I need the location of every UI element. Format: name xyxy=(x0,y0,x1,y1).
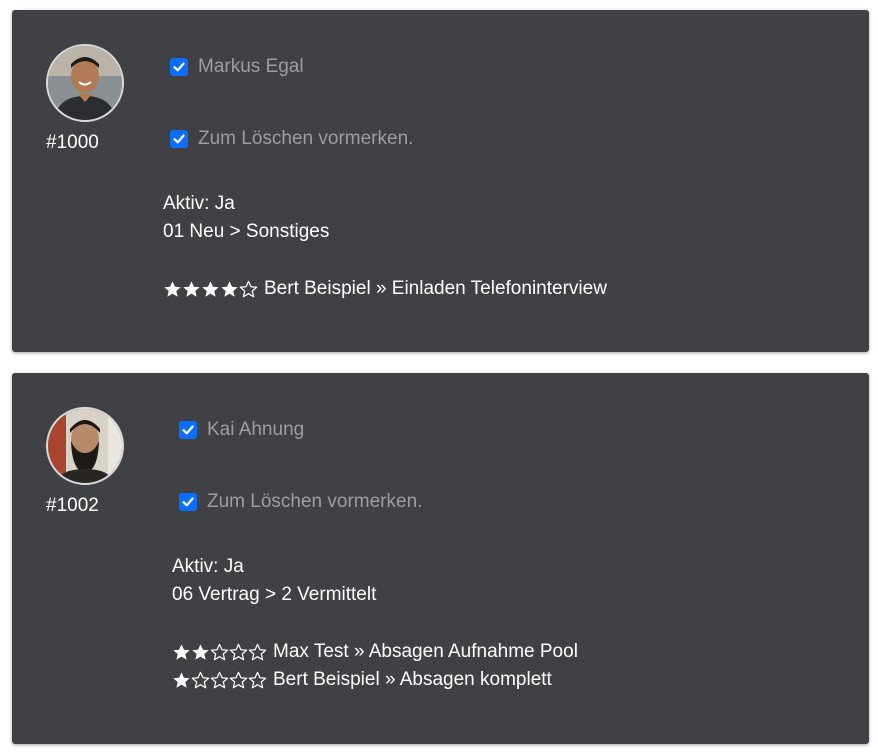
candidate-info: Aktiv: Ja 06 Vertrag > 2 Vermittelt Max … xyxy=(172,553,578,694)
star-outline-icon xyxy=(248,643,267,662)
mark-delete-label[interactable]: Zum Löschen vormerken. xyxy=(207,491,422,513)
avatar-photo xyxy=(48,46,122,120)
star-filled-icon xyxy=(191,643,210,662)
select-candidate-row[interactable]: Kai Ahnung xyxy=(179,419,304,441)
star-filled-icon xyxy=(201,280,220,299)
rating-text: Bert Beispiel » Einladen Telefonintervie… xyxy=(264,278,607,299)
star-rating xyxy=(163,280,258,299)
star-outline-icon xyxy=(229,671,248,690)
star-filled-icon xyxy=(172,671,191,690)
mark-delete-row[interactable]: Zum Löschen vormerken. xyxy=(179,491,422,513)
select-candidate-checkbox[interactable] xyxy=(170,58,188,76)
candidate-id: #1002 xyxy=(46,495,99,516)
rating-row: Bert Beispiel » Absagen komplett xyxy=(172,666,578,694)
star-rating xyxy=(172,671,267,690)
select-candidate-checkbox[interactable] xyxy=(179,421,197,439)
star-outline-icon xyxy=(239,280,258,299)
active-status: Aktiv: Ja xyxy=(172,556,244,577)
checkmark-icon xyxy=(173,62,185,72)
mark-delete-checkbox[interactable] xyxy=(170,130,188,148)
rating-row: Max Test » Absagen Aufnahme Pool xyxy=(172,638,578,666)
mark-delete-checkbox[interactable] xyxy=(179,493,197,511)
star-filled-icon xyxy=(163,280,182,299)
mark-delete-row[interactable]: Zum Löschen vormerken. xyxy=(170,128,413,150)
candidate-name[interactable]: Kai Ahnung xyxy=(207,419,304,441)
star-filled-icon xyxy=(182,280,201,299)
star-rating xyxy=(172,643,267,662)
star-outline-icon xyxy=(210,671,229,690)
star-filled-icon xyxy=(220,280,239,299)
avatar-photo xyxy=(48,409,122,483)
candidate-id: #1000 xyxy=(46,132,99,153)
pipeline-stage: 06 Vertrag > 2 Vermittelt xyxy=(172,584,377,605)
checkmark-icon xyxy=(182,497,194,507)
star-filled-icon xyxy=(172,643,191,662)
candidate-card: #1000 Markus Egal Zum Löschen vormerken.… xyxy=(12,10,869,352)
star-outline-icon xyxy=(191,671,210,690)
star-outline-icon xyxy=(210,643,229,662)
rating-row: Bert Beispiel » Einladen Telefonintervie… xyxy=(163,275,607,303)
avatar[interactable] xyxy=(46,407,124,485)
candidate-info: Aktiv: Ja 01 Neu > Sonstiges Bert Beispi… xyxy=(163,190,607,303)
star-outline-icon xyxy=(248,671,267,690)
candidate-name[interactable]: Markus Egal xyxy=(198,56,304,78)
checkmark-icon xyxy=(173,134,185,144)
star-outline-icon xyxy=(229,643,248,662)
avatar[interactable] xyxy=(46,44,124,122)
select-candidate-row[interactable]: Markus Egal xyxy=(170,56,304,78)
mark-delete-label[interactable]: Zum Löschen vormerken. xyxy=(198,128,413,150)
rating-text: Max Test » Absagen Aufnahme Pool xyxy=(273,641,578,662)
rating-text: Bert Beispiel » Absagen komplett xyxy=(273,669,552,690)
active-status: Aktiv: Ja xyxy=(163,193,235,214)
checkmark-icon xyxy=(182,425,194,435)
candidate-card: #1002 Kai Ahnung Zum Löschen vormerken. … xyxy=(12,373,869,744)
pipeline-stage: 01 Neu > Sonstiges xyxy=(163,221,330,242)
